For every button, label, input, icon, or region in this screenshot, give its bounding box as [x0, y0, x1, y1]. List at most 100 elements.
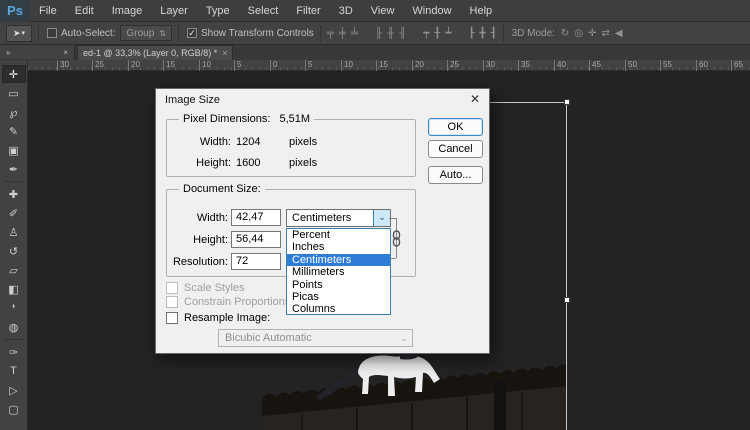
path-selection-tool-icon: ▷ — [9, 384, 18, 397]
unit-option-percent[interactable]: Percent — [287, 229, 390, 241]
move-tool[interactable]: ✛ — [1, 65, 26, 83]
pixel-dimensions-legend: Pixel Dimensions: 5,51M — [179, 113, 315, 125]
marquee-tool[interactable]: ▭ — [2, 84, 26, 102]
document-tab[interactable]: ed-1 @ 33,3% (Layer 0, RGB/8) * × — [77, 45, 234, 60]
unit-option-inches[interactable]: Inches — [287, 241, 390, 253]
scale-styles-checkbox[interactable] — [166, 281, 178, 294]
menu-bar: Ps File Edit Image Layer Type Select Fil… — [0, 0, 750, 22]
ruler-tick-label: 40 — [554, 60, 566, 71]
distribute-bottom-edges-icon[interactable]: ┷ — [445, 28, 451, 39]
distribute-right-edges-icon[interactable]: ┨ — [491, 28, 497, 39]
resample-method-value: Bicubic Automatic — [225, 332, 312, 344]
resample-image-checkbox[interactable] — [166, 311, 178, 324]
resample-image-label: Resample Image: — [184, 311, 271, 324]
menu-image[interactable]: Image — [103, 0, 152, 22]
unit-option-picas[interactable]: Picas — [287, 291, 390, 303]
distribute-vertical-centers-icon[interactable]: ╂ — [434, 28, 440, 39]
current-tool-button[interactable]: ➤ ▾ — [6, 24, 32, 42]
distribute-top-edges-icon[interactable]: ┯ — [423, 28, 429, 39]
auto-select-scope-dropdown[interactable]: Group ⇅ — [120, 25, 172, 41]
unit-option-columns[interactable]: Columns — [287, 303, 390, 315]
ruler-tick-label: 25 — [447, 60, 459, 71]
horizontal-ruler: 30 25 20 15 10 5 0 5 10 15 20 25 30 35 4… — [28, 60, 750, 71]
chevron-down-icon: ⌄ — [400, 333, 408, 343]
3d-camera-icon[interactable]: ◀ — [615, 28, 623, 39]
unit-option-centimeters[interactable]: Centimeters — [287, 253, 390, 267]
menu-filter[interactable]: Filter — [287, 0, 329, 22]
3d-pan-icon[interactable]: ✛ — [588, 28, 596, 39]
collapse-panel-icon[interactable]: » — [6, 48, 10, 57]
quick-selection-tool[interactable]: ✎ — [2, 122, 26, 140]
crop-tool[interactable]: ▣ — [2, 141, 26, 159]
path-selection-tool[interactable]: ▷ — [2, 381, 26, 399]
resample-method-dropdown[interactable]: Bicubic Automatic ⌄ — [218, 329, 413, 347]
brush-tool[interactable]: ✐ — [2, 204, 26, 222]
clone-stamp-tool[interactable]: ♙ — [2, 223, 26, 241]
align-top-edges-icon[interactable]: ╤ — [327, 28, 334, 39]
blur-tool[interactable]: ❛ — [2, 299, 26, 317]
cancel-button[interactable]: Cancel — [428, 140, 483, 158]
3d-orbit-icon[interactable]: ↻ — [561, 28, 569, 39]
menu-file[interactable]: File — [30, 0, 66, 22]
menu-view[interactable]: View — [362, 0, 404, 22]
menu-type[interactable]: Type — [197, 0, 239, 22]
panel-close-icon[interactable]: × — [63, 48, 68, 57]
ruler-tick-label: 15 — [376, 60, 388, 71]
ruler-tick-label: 30 — [57, 60, 69, 71]
auto-select-checkbox[interactable] — [47, 28, 57, 38]
pen-tool[interactable]: ✑ — [2, 343, 26, 361]
divider — [3, 181, 24, 182]
distribute-left-edges-icon[interactable]: ┠ — [468, 28, 474, 39]
menu-3d[interactable]: 3D — [330, 0, 362, 22]
width-unit-dropdown[interactable]: Centimeters ⌄ — [286, 209, 391, 227]
align-bottom-edges-icon[interactable]: ╧ — [351, 28, 358, 39]
width-unit-value: Centimeters — [292, 212, 352, 224]
show-transform-checkbox[interactable]: ✓ — [186, 28, 197, 38]
gradient-tool[interactable]: ◧ — [2, 280, 26, 298]
transform-handle-top-right[interactable] — [564, 99, 570, 105]
align-horizontal-centers-icon[interactable]: ╫ — [387, 28, 394, 39]
document-size-legend: Document Size: — [179, 183, 265, 195]
align-left-edges-icon[interactable]: ╟ — [375, 28, 382, 39]
auto-button[interactable]: Auto... — [428, 166, 483, 184]
menu-window[interactable]: Window — [403, 0, 460, 22]
eyedropper-tool[interactable]: ✒ — [2, 160, 26, 178]
tools-panel: ✛ ▭ ℘ ✎ ▣ ✒ ✚ ✐ ♙ ↺ ▱ ◧ ❛ ◍ ✑ T ▷ ▢ — [0, 60, 28, 430]
ruler-tick-label: 30 — [483, 60, 495, 71]
history-brush-tool[interactable]: ↺ — [2, 242, 26, 260]
shape-tool[interactable]: ▢ — [2, 400, 26, 418]
doc-height-label: Height: — [193, 234, 228, 246]
lasso-tool[interactable]: ℘ — [2, 103, 26, 121]
doc-width-input[interactable]: 42,47 — [231, 209, 281, 226]
type-tool[interactable]: T — [2, 362, 26, 380]
ok-button[interactable]: OK — [428, 118, 483, 136]
sponge-tool[interactable]: ◍ — [2, 318, 26, 336]
doc-resolution-input[interactable]: 72 — [231, 253, 281, 270]
resample-image-row: Resample Image: — [166, 311, 270, 324]
type-tool-icon: T — [10, 365, 17, 377]
pixel-dimensions-label: Pixel Dimensions: — [183, 113, 271, 125]
distribute-horizontal-centers-icon[interactable]: ╋ — [480, 28, 486, 39]
unit-option-points[interactable]: Points — [287, 279, 390, 291]
menu-help[interactable]: Help — [461, 0, 502, 22]
align-vertical-centers-icon[interactable]: ╪ — [339, 28, 346, 39]
menu-layer[interactable]: Layer — [151, 0, 197, 22]
menu-edit[interactable]: Edit — [66, 0, 103, 22]
chevron-down-icon[interactable]: ⌄ — [373, 210, 390, 226]
ruler-tick-label: 50 — [625, 60, 637, 71]
tab-close-icon[interactable]: × — [222, 48, 227, 58]
eraser-tool[interactable]: ▱ — [2, 261, 26, 279]
lasso-tool-icon: ℘ — [9, 106, 18, 119]
px-width-unit: pixels — [289, 136, 318, 148]
3d-slide-icon[interactable]: ⇄ — [601, 28, 609, 39]
transform-handle-right-middle[interactable] — [564, 297, 570, 303]
menu-select[interactable]: Select — [239, 0, 288, 22]
doc-height-input[interactable]: 56,44 — [231, 231, 281, 248]
unit-option-millimeters[interactable]: Millimeters — [287, 266, 390, 278]
healing-brush-tool[interactable]: ✚ — [2, 185, 26, 203]
3d-roll-icon[interactable]: ◎ — [574, 28, 583, 39]
constrain-proportions-checkbox[interactable] — [166, 295, 178, 308]
align-right-edges-icon[interactable]: ╢ — [399, 28, 406, 39]
transform-box-right-edge[interactable] — [566, 102, 567, 430]
dialog-close-icon[interactable]: ✕ — [470, 92, 480, 106]
